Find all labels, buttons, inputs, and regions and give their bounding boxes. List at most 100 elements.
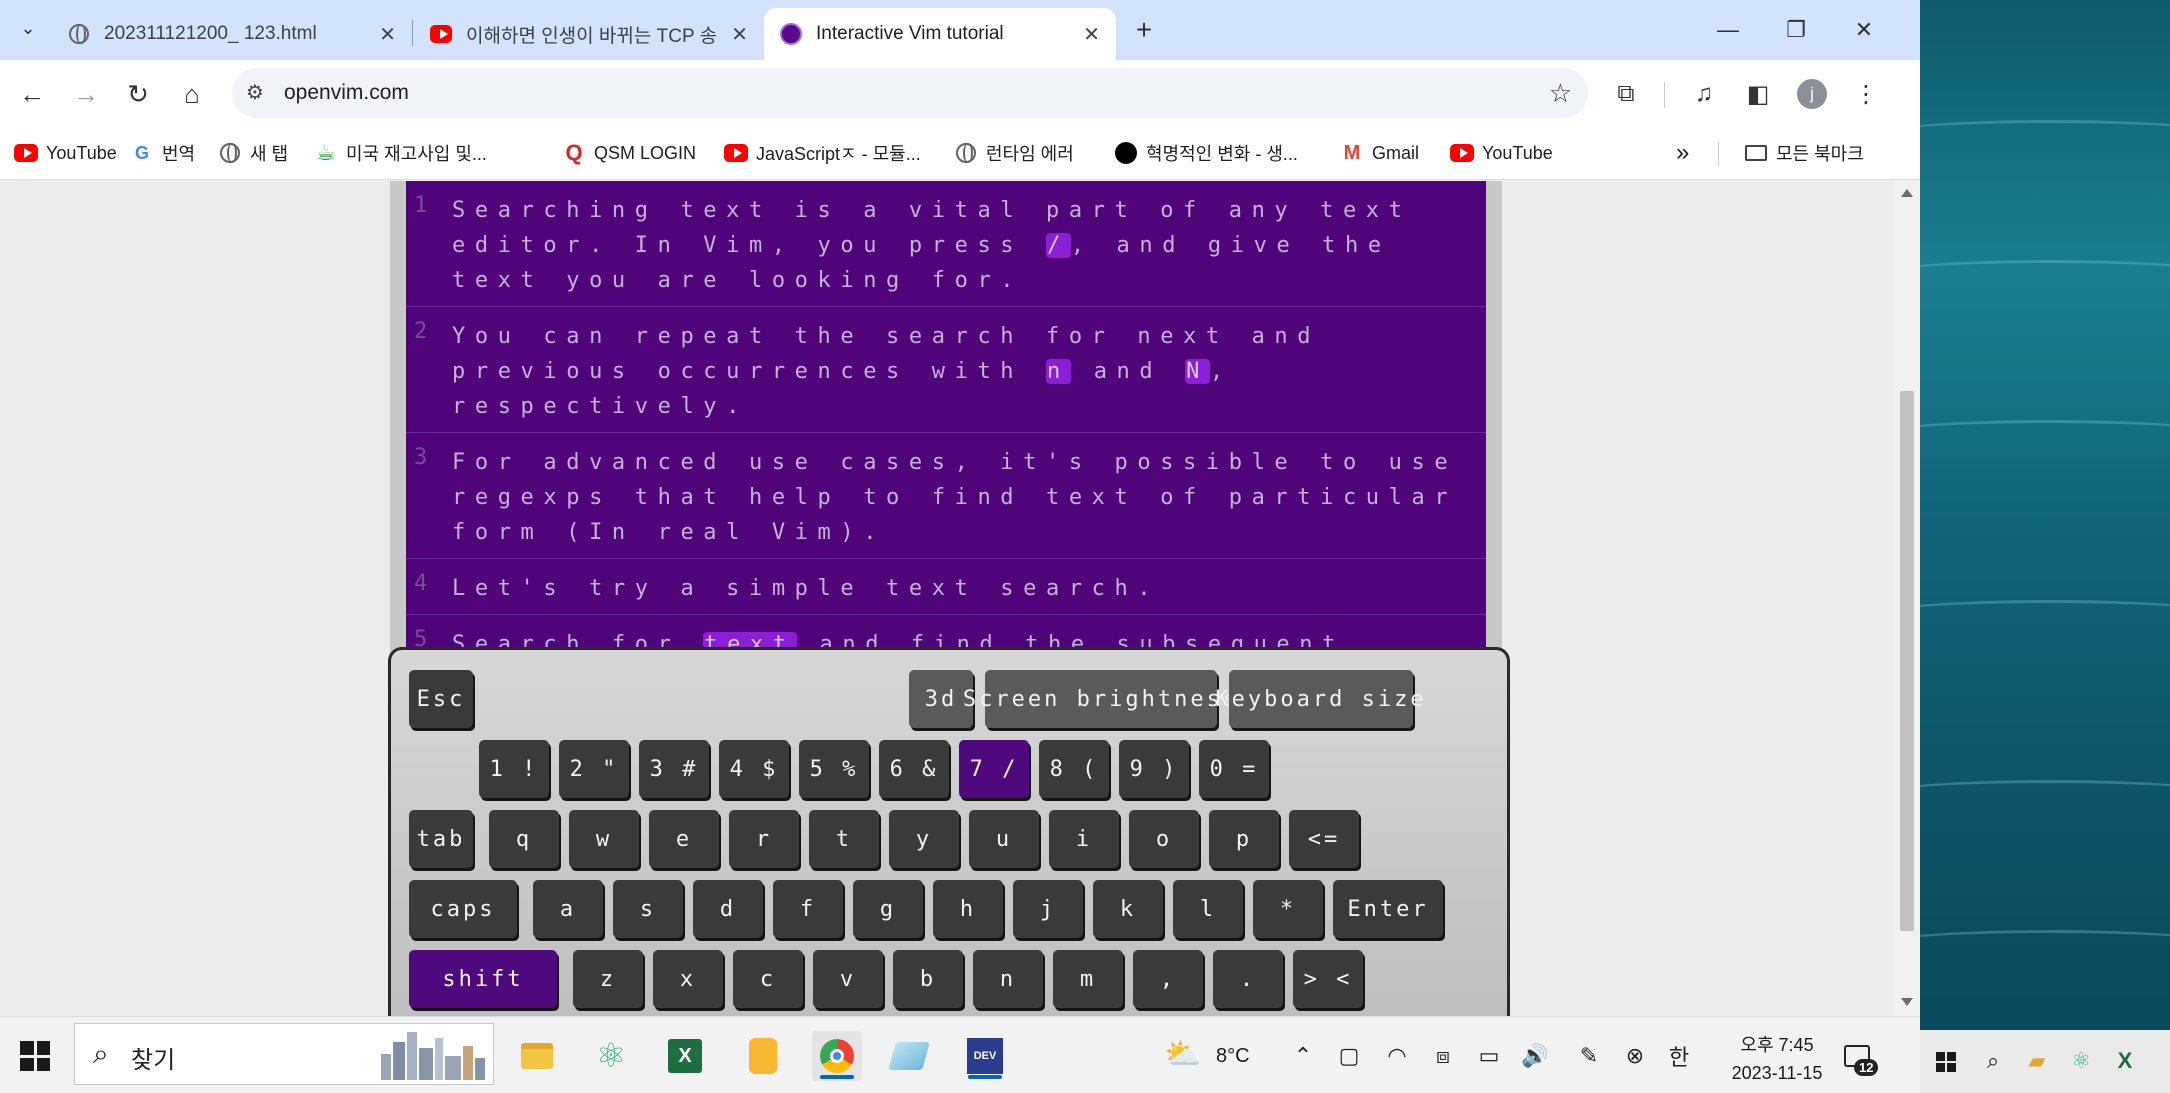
extensions-button[interactable]: ⧉ (1606, 74, 1646, 114)
close-icon[interactable]: ✕ (731, 22, 748, 47)
media-control-button[interactable]: ♫ (1684, 74, 1724, 114)
search-icon[interactable]: ⌕ (1978, 1046, 2008, 1076)
bookmark-new-tab[interactable]: 새 탭 (218, 138, 288, 168)
close-icon[interactable]: ✕ (1083, 22, 1100, 47)
bookmark-revolutionary-change[interactable]: 혁명적인 변화 - 생... (1114, 138, 1298, 168)
windows-start-icon[interactable] (1936, 1052, 1956, 1072)
all-bookmarks-folder[interactable]: 모든 북마크 (1744, 138, 1864, 168)
key-i[interactable]: i (1049, 810, 1119, 868)
menu-button[interactable]: ⋮ (1846, 74, 1886, 114)
key-t[interactable]: t (809, 810, 879, 868)
cancel-circle-icon[interactable]: ⊗ (1620, 1041, 1650, 1071)
pen-icon[interactable]: ✎ (1574, 1041, 1604, 1071)
more-bookmarks-button[interactable]: » (1676, 138, 1689, 168)
taskbar-search[interactable]: ⌕ 찾기 (74, 1023, 494, 1085)
back-button[interactable]: ← (12, 74, 52, 114)
system-clock[interactable]: 오후 7:45 2023-11-15 (1722, 1031, 1832, 1087)
notification-center[interactable]: 12 (1840, 1041, 1880, 1081)
key-caps[interactable]: caps (409, 880, 517, 938)
key-symbol[interactable]: <= (1289, 810, 1359, 868)
battery-icon[interactable]: ▭ (1474, 1041, 1504, 1071)
taskbar-atom[interactable]: ⚛ (586, 1031, 636, 1081)
scroll-down-arrow-icon[interactable] (1901, 998, 1913, 1006)
weather-widget[interactable]: ⛅ 8°C (1164, 1037, 1250, 1072)
key-v[interactable]: v (813, 950, 883, 1008)
key-c[interactable]: c (733, 950, 803, 1008)
key-q[interactable]: q (489, 810, 559, 868)
key-y[interactable]: y (889, 810, 959, 868)
minimize-button[interactable]: — (1708, 10, 1748, 50)
tray-overflow-chevron-icon[interactable]: ⌃ (1288, 1041, 1318, 1071)
key-p[interactable]: p (1209, 810, 1279, 868)
key-9[interactable]: 9 ) (1119, 740, 1189, 798)
key-s[interactable]: s (613, 880, 683, 938)
close-icon[interactable]: ✕ (379, 22, 396, 47)
key-u[interactable]: u (969, 810, 1039, 868)
reload-button[interactable]: ↻ (118, 74, 158, 114)
star-icon[interactable]: ☆ (1549, 78, 1572, 109)
key-symbol[interactable]: > < (1293, 950, 1363, 1008)
key-3[interactable]: 3 # (639, 740, 709, 798)
key-2[interactable]: 2 " (559, 740, 629, 798)
tab-youtube-tcp[interactable]: 이해하면 인생이 바뀌는 TCP 송 ✕ (414, 8, 764, 60)
key-l[interactable]: l (1173, 880, 1243, 938)
close-window-button[interactable]: ✕ (1844, 10, 1884, 50)
profile-button[interactable]: j (1792, 74, 1832, 114)
key-e[interactable]: e (649, 810, 719, 868)
key-h[interactable]: h (933, 880, 1003, 938)
key-f[interactable]: f (773, 880, 843, 938)
taskbar-devexpress[interactable]: DEV (960, 1031, 1010, 1081)
tab-html-file[interactable]: 202311121200_ 123.html ✕ (52, 8, 412, 60)
key-a[interactable]: a (533, 880, 603, 938)
key-7[interactable]: 7 / (959, 740, 1029, 798)
key-esc[interactable]: Esc (409, 670, 473, 728)
address-bar[interactable]: ⚙ openvim.com ☆ (232, 68, 1588, 118)
meeting-icon[interactable]: ▢ (1334, 1041, 1364, 1071)
key-w[interactable]: w (569, 810, 639, 868)
taskbar-excel[interactable]: X (660, 1031, 710, 1081)
key-symbol[interactable]: . (1213, 950, 1283, 1008)
side-panel-button[interactable]: ◧ (1738, 74, 1778, 114)
key-shift[interactable]: shift (409, 950, 557, 1008)
forward-button[interactable]: → (66, 74, 106, 114)
bookmark-gmail[interactable]: M Gmail (1340, 138, 1419, 168)
key-n[interactable]: n (973, 950, 1043, 1008)
key-symbol[interactable]: * (1253, 880, 1323, 938)
page-scrollbar[interactable] (1894, 181, 1920, 1016)
bookmark-us-inventory[interactable]: ☕ 미국 재고사입 및... (314, 138, 487, 168)
bookmark-javascript-module[interactable]: JavaScriptㅈ - 모듈... (724, 138, 921, 168)
taskbar-pen-app[interactable] (884, 1031, 934, 1081)
key-tab[interactable]: tab (409, 810, 473, 868)
windows-start-icon[interactable] (20, 1041, 50, 1071)
key-r[interactable]: r (729, 810, 799, 868)
bookmark-youtube[interactable]: YouTube (14, 138, 117, 168)
key-enter[interactable]: Enter (1333, 880, 1443, 938)
bookmark-qsm-login[interactable]: Q QSM LOGIN (562, 138, 696, 168)
bookmark-runtime-error[interactable]: 런타임 에러 (954, 138, 1074, 168)
excel-icon[interactable]: X (2110, 1046, 2140, 1076)
screen-brightness-button[interactable]: Screen brightness (963, 670, 1236, 728)
ime-indicator[interactable]: 한 (1664, 1041, 1694, 1071)
keyboard-size-button[interactable]: Keyboard size (1215, 670, 1424, 728)
site-info-icon[interactable]: ⚙ (246, 80, 264, 105)
tab-search-button[interactable]: ⌄ (10, 10, 46, 46)
wifi-icon[interactable]: ◠ (1382, 1041, 1412, 1071)
key-b[interactable]: b (893, 950, 963, 1008)
key-8[interactable]: 8 ( (1039, 740, 1109, 798)
key-4[interactable]: 4 $ (719, 740, 789, 798)
screen-capture-icon[interactable]: ⧈ (1428, 1041, 1458, 1071)
key-6[interactable]: 6 & (879, 740, 949, 798)
key-symbol[interactable]: , (1133, 950, 1203, 1008)
key-k[interactable]: k (1093, 880, 1163, 938)
file-explorer-icon[interactable]: ▰ (2022, 1046, 2052, 1076)
new-tab-button[interactable]: + (1126, 12, 1162, 48)
key-d[interactable]: d (693, 880, 763, 938)
key-0[interactable]: 0 = (1199, 740, 1269, 798)
key-5[interactable]: 5 % (799, 740, 869, 798)
scrollbar-thumb[interactable] (1900, 391, 1914, 931)
taskbar-file-explorer[interactable] (512, 1031, 562, 1081)
bookmark-youtube-2[interactable]: YouTube (1450, 138, 1553, 168)
key-z[interactable]: z (573, 950, 643, 1008)
taskbar-notes[interactable] (738, 1031, 788, 1081)
key-g[interactable]: g (853, 880, 923, 938)
